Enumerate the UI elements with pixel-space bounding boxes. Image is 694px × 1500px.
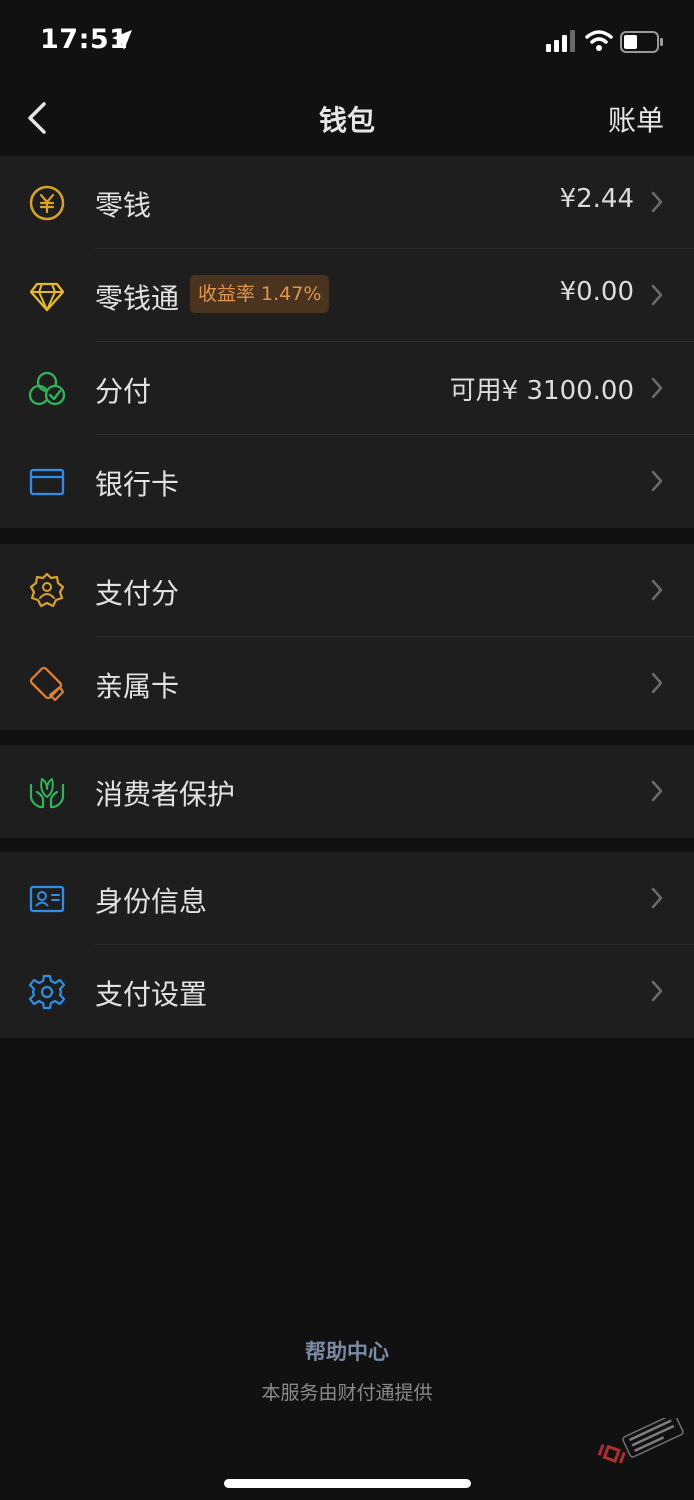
gear-icon (28, 974, 66, 1010)
battery-icon (620, 31, 663, 53)
wallet-group-funds: 零钱 ¥2.44 零钱通 收益率 1.47% ¥0.00 分付 可用¥ 3100… (0, 156, 694, 528)
wifi-icon (585, 30, 613, 51)
home-indicator[interactable] (224, 1479, 471, 1488)
bill-button[interactable]: 账单 (608, 99, 664, 139)
id-card-icon (29, 885, 65, 913)
help-center-link[interactable]: 帮助中心 (0, 1336, 694, 1366)
bank-card-icon (29, 468, 65, 496)
row-consumer-protection[interactable]: 消费者保护 (0, 745, 694, 838)
location-arrow-icon (112, 30, 132, 50)
chevron-right-icon (651, 470, 663, 492)
wallet-group-settings: 身份信息 支付设置 (0, 852, 694, 1038)
page-title: 钱包 (318, 104, 375, 137)
row-label: 亲属卡 (95, 670, 180, 703)
fenfu-circles-icon (28, 371, 66, 406)
chevron-right-icon (651, 579, 663, 601)
wallet-group-protection: 消费者保护 (0, 745, 694, 838)
nav-bar: 钱包 账单 (0, 84, 694, 154)
yield-rate-badge: 收益率 1.47% (190, 275, 330, 313)
row-label: 支付设置 (95, 978, 208, 1011)
row-value: 可用¥ 3100.00 (449, 376, 634, 406)
row-label: 身份信息 (95, 885, 208, 918)
row-fenfu[interactable]: 分付 可用¥ 3100.00 (0, 342, 694, 435)
hands-leaf-icon (29, 778, 65, 809)
chevron-right-icon (651, 191, 663, 213)
wallet-group-credit: 支付分 亲属卡 (0, 544, 694, 730)
row-lingqiantong[interactable]: 零钱通 收益率 1.47% ¥0.00 (0, 249, 694, 342)
row-label: 银行卡 (95, 468, 180, 501)
cellular-signal-icon (546, 30, 575, 52)
row-label: 零钱通 (95, 282, 180, 315)
chevron-right-icon (651, 284, 663, 306)
row-identity-info[interactable]: 身份信息 (0, 852, 694, 945)
payment-score-badge-icon (29, 572, 65, 608)
watermark-logo (597, 1418, 684, 1464)
chevron-right-icon (651, 887, 663, 909)
row-value: ¥0.00 (559, 277, 634, 307)
provider-note: 本服务由财付通提供 (261, 1382, 433, 1404)
row-label: 消费者保护 (95, 778, 236, 811)
diamond-icon (29, 282, 65, 312)
row-change[interactable]: 零钱 ¥2.44 (0, 156, 694, 249)
row-value: ¥2.44 (559, 184, 634, 214)
chevron-right-icon (651, 672, 663, 694)
yuan-coin-icon (29, 185, 65, 221)
row-payment-settings[interactable]: 支付设置 (0, 945, 694, 1038)
status-bar: 17:51 (0, 0, 694, 84)
row-label: 零钱 (95, 189, 152, 222)
chevron-right-icon (651, 980, 663, 1002)
row-family-card[interactable]: 亲属卡 (0, 637, 694, 730)
family-card-icon (29, 666, 65, 702)
chevron-right-icon (651, 780, 663, 802)
row-label: 支付分 (95, 577, 180, 610)
row-label: 分付 (95, 375, 152, 408)
row-bank-card[interactable]: 银行卡 (0, 435, 694, 528)
chevron-right-icon (651, 377, 663, 399)
row-payment-score[interactable]: 支付分 (0, 544, 694, 637)
